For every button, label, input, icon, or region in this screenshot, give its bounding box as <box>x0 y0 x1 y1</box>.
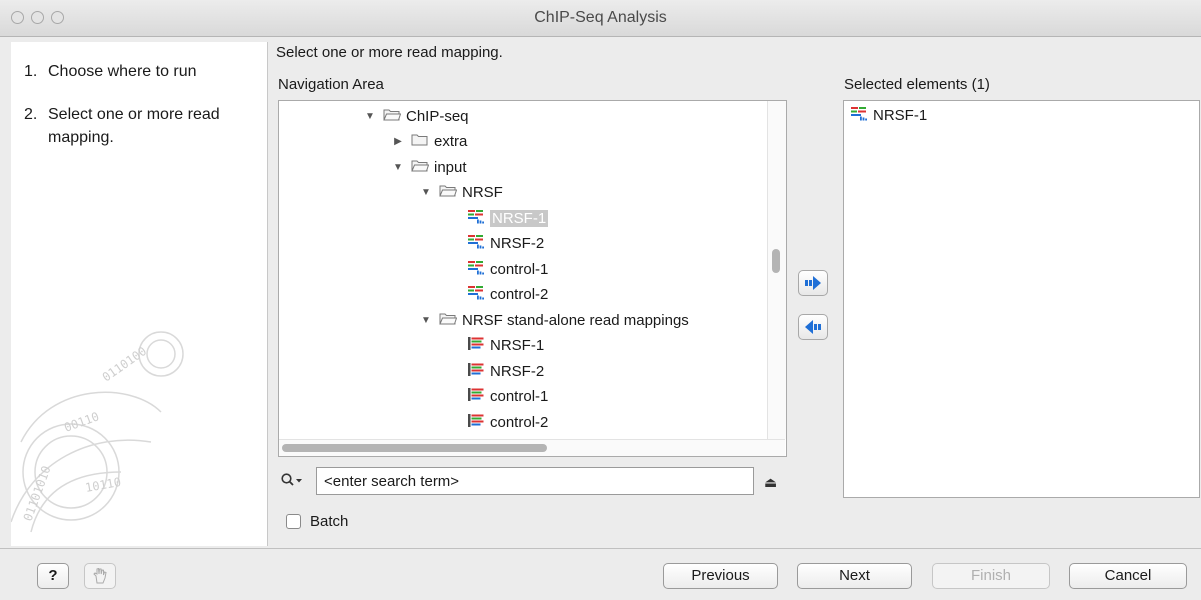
folder-open-icon <box>439 311 462 330</box>
tree-item[interactable]: ▼ input <box>391 156 467 178</box>
tree-item[interactable]: ▶ extra <box>391 131 467 153</box>
wizard-steps-sidebar: 1. Choose where to run 2. Select one or mo… <box>11 42 268 546</box>
step-label: Select one or more read mapping. <box>48 106 220 146</box>
tree-item-label: control-2 <box>490 286 549 303</box>
step-number: 1. <box>24 63 38 80</box>
instruction-text: Select one or more read mapping. <box>276 44 503 61</box>
eject-icon[interactable]: ⏏ <box>764 474 777 491</box>
standalone-mapping-icon <box>467 387 490 406</box>
help-button[interactable]: ? <box>37 563 69 589</box>
tree-item[interactable]: NRSF-1 <box>447 335 544 357</box>
tree-item[interactable]: ▼ NRSF stand-alone read mappings <box>419 309 689 331</box>
read-mapping-icon <box>467 285 490 304</box>
tree-item[interactable]: NRSF-2 <box>447 360 544 382</box>
folder-open-icon <box>383 107 406 126</box>
read-mapping-icon <box>467 209 490 228</box>
window-title: ChIP-Seq Analysis <box>534 9 667 26</box>
finish-button[interactable]: Finish <box>932 563 1050 589</box>
next-button[interactable]: Next <box>797 563 912 589</box>
batch-label: Batch <box>310 513 349 530</box>
navigation-tree[interactable]: ▼ ChIP-seq ▶ extra ▼ input ▼ NRSF NRSF-1 NRSF-2 co… <box>278 100 787 457</box>
disclosure-collapsed-icon[interactable]: ▶ <box>391 136 405 147</box>
tree-item-label: control-1 <box>490 260 549 278</box>
folder-icon <box>411 132 434 151</box>
step-label: Choose where to run <box>48 63 197 80</box>
tree-item-label: ChIP-seq <box>406 107 469 125</box>
tree-item-label: NRSF <box>462 184 503 201</box>
batch-option[interactable]: Batch <box>286 513 348 530</box>
vertical-scrollbar[interactable] <box>767 101 786 439</box>
arrow-left-icon <box>805 320 821 334</box>
reset-button[interactable] <box>84 563 116 589</box>
disclosure-expanded-icon[interactable]: ▼ <box>363 111 377 122</box>
scrollbar-thumb[interactable] <box>282 444 547 452</box>
tree-item-label: NRSF-2 <box>490 235 545 252</box>
disclosure-expanded-icon[interactable]: ▼ <box>391 162 405 173</box>
tree-item[interactable]: ▼ ChIP-seq <box>363 105 469 127</box>
selected-elements-list[interactable]: NRSF-1 <box>843 100 1200 498</box>
tree-item[interactable]: NRSF-2 <box>447 233 544 255</box>
hand-icon <box>93 567 107 584</box>
tree-item[interactable]: control-2 <box>447 411 548 433</box>
tree-item-label: NRSF-1 <box>490 209 549 227</box>
selected-element-item[interactable]: NRSF-1 <box>850 104 927 126</box>
tree-item[interactable]: ▼ NRSF <box>419 182 503 204</box>
previous-button[interactable]: Previous <box>663 563 778 589</box>
tree-item-label: extra <box>434 133 468 150</box>
tree-item[interactable]: NRSF-1 <box>447 207 549 229</box>
add-to-selection-button[interactable] <box>798 270 828 296</box>
step-1: 1. Choose where to run <box>24 60 248 83</box>
standalone-mapping-icon <box>467 336 490 355</box>
read-mapping-icon <box>850 106 873 125</box>
arrow-right-icon <box>805 276 821 290</box>
tree-item-label: control-1 <box>490 388 549 405</box>
disclosure-expanded-icon[interactable]: ▼ <box>419 187 433 198</box>
batch-checkbox[interactable] <box>286 514 301 529</box>
selected-elements-label: Selected elements (1) <box>844 76 990 93</box>
title-bar: ChIP-Seq Analysis <box>0 0 1201 37</box>
tree-item-label: control-2 <box>490 413 549 431</box>
cancel-button[interactable]: Cancel <box>1069 563 1187 589</box>
tree-item-label: NRSF-1 <box>490 337 545 354</box>
standalone-mapping-icon <box>467 362 490 381</box>
search-icon[interactable] <box>281 473 303 487</box>
tree-item-label: input <box>434 158 467 176</box>
horizontal-scrollbar[interactable] <box>279 439 785 456</box>
step-2: 2. Select one or more read mapping. <box>24 103 248 149</box>
tree-item-label: NRSF-2 <box>490 362 545 380</box>
standalone-mapping-icon <box>467 413 490 432</box>
bottom-button-bar: ? Previous Next Finish Cancel <box>0 548 1201 600</box>
search-input[interactable] <box>316 467 754 495</box>
disclosure-expanded-icon[interactable]: ▼ <box>419 315 433 326</box>
svg-text:10110: 10110 <box>84 475 122 495</box>
read-mapping-icon <box>467 234 490 253</box>
tree-item[interactable]: control-2 <box>447 284 548 306</box>
remove-from-selection-button[interactable] <box>798 314 828 340</box>
step-number: 2. <box>24 106 38 123</box>
selected-element-label: NRSF-1 <box>873 106 928 124</box>
tree-item[interactable]: control-1 <box>447 258 548 280</box>
read-mapping-icon <box>467 260 490 279</box>
navigation-area-label: Navigation Area <box>278 76 384 93</box>
folder-open-icon <box>411 158 434 177</box>
dialog-window: ChIP-Seq Analysis 1. Choose where to run … <box>0 0 1201 600</box>
folder-open-icon <box>439 183 462 202</box>
decorative-binary-swirl: 0110100 00110 01101010 10110 <box>11 331 184 533</box>
tree-item-label: NRSF stand-alone read mappings <box>462 311 689 329</box>
tree-item[interactable]: control-1 <box>447 386 548 408</box>
scrollbar-thumb[interactable] <box>772 249 780 273</box>
